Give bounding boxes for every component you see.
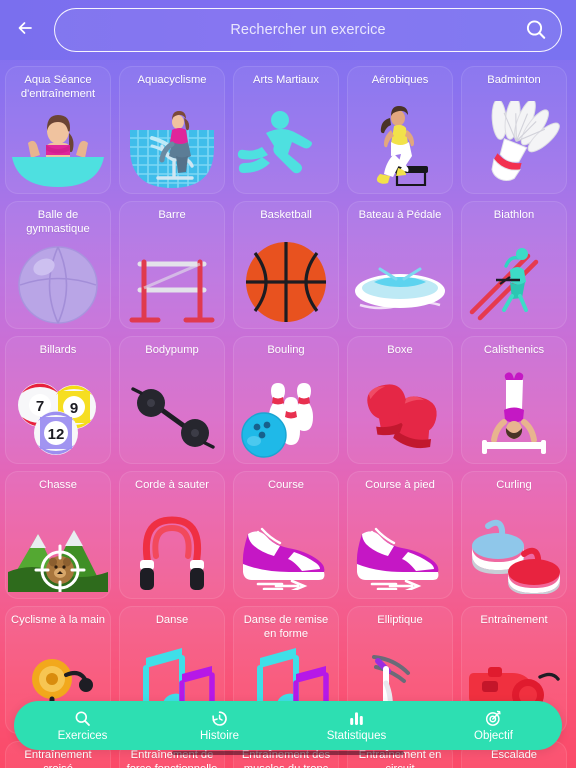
exercise-card[interactable]: Course: [233, 471, 339, 599]
bowling-icon: [234, 371, 338, 463]
running-shoe-icon: [348, 506, 452, 598]
exercise-card-label: Bouling: [267, 344, 305, 356]
exercise-card-label: Aérobiques: [371, 74, 429, 86]
exercise-card-label: Elliptique: [377, 614, 423, 626]
nav-item-label: Objectif: [474, 729, 513, 742]
exercise-card[interactable]: Barre: [119, 201, 225, 329]
exercise-card[interactable]: Basketball: [233, 201, 339, 329]
nav-item-histoire[interactable]: Histoire: [151, 701, 288, 750]
exercise-card[interactable]: Balle de gymnastique: [5, 201, 111, 329]
basketball-icon: [234, 236, 338, 328]
exercise-card-label: Course: [267, 479, 305, 491]
curling-stones-icon: [462, 506, 566, 598]
app-header: Rechercher un exercice: [0, 0, 576, 60]
bar-chart-icon: [348, 710, 365, 727]
back-button[interactable]: [8, 11, 46, 49]
exercise-card-label: Basketball: [260, 209, 312, 221]
target-icon: [485, 710, 502, 727]
exercise-picker-screen: Rechercher un exercice Aqua Séance d'ent…: [0, 0, 576, 768]
exercise-card-label: Aquacyclisme: [137, 74, 207, 86]
martial-arts-icon: [234, 101, 338, 193]
exercise-card[interactable]: Aquacyclisme: [119, 66, 225, 194]
nav-item-label: Statistiques: [326, 729, 387, 742]
exercise-card-label: Bodypump: [145, 344, 199, 356]
aqua-fitness-icon: [6, 101, 110, 193]
exercise-card[interactable]: Aérobiques: [347, 66, 453, 194]
exercise-card-label: Calisthenics: [483, 344, 545, 356]
svg-text:7: 7: [36, 398, 44, 415]
aqua-cycling-icon: [120, 101, 224, 193]
exercise-card[interactable]: Chasse: [5, 471, 111, 599]
exercise-card[interactable]: Bouling: [233, 336, 339, 464]
exercise-card[interactable]: Badminton: [461, 66, 567, 194]
exercise-card[interactable]: Bodypump: [119, 336, 225, 464]
exercise-card-label: Barre: [158, 209, 186, 221]
exercise-card-label: Corde à sauter: [134, 479, 209, 491]
exercise-card-label: Badminton: [487, 74, 541, 86]
barbell-icon: [120, 371, 224, 463]
exercise-card-label: Entraînement croisé: [24, 749, 92, 768]
nav-item-label: Exercices: [57, 729, 108, 742]
search-bar[interactable]: Rechercher un exercice: [54, 8, 562, 52]
exercise-grid: Aqua Séance d'entraînement Aquacyclisme: [0, 60, 576, 768]
jump-rope-icon: [120, 506, 224, 598]
handstand-bar-icon: [462, 371, 566, 463]
exercise-card-label: Boxe: [387, 344, 413, 356]
exercise-card-label: Arts Martiaux: [253, 74, 319, 86]
svg-text:12: 12: [48, 426, 65, 443]
search-icon: [74, 710, 91, 727]
exercise-card[interactable]: Boxe: [347, 336, 453, 464]
exercise-card-label: Danse: [155, 614, 189, 626]
home-indicator: [172, 751, 404, 755]
exercise-card-label: Course à pied: [365, 479, 435, 491]
exercise-card-label: Curling: [496, 479, 532, 491]
exercise-card[interactable]: Billards 7 9 12: [5, 336, 111, 464]
nav-item-statistiques[interactable]: Statistiques: [288, 701, 425, 750]
exercise-card[interactable]: Bateau à Pédale: [347, 201, 453, 329]
nav-item-label: Histoire: [200, 729, 239, 742]
exercise-card-label: Danse de remise en forme: [243, 614, 329, 640]
exercise-card-label: Billards: [39, 344, 77, 356]
running-shoe-icon: [234, 506, 338, 598]
biathlon-icon: [462, 236, 566, 328]
search-input-placeholder: Rechercher un exercice: [230, 22, 386, 38]
exercise-card-label: Balle de gymnastique: [26, 209, 90, 235]
exercise-card-label: Chasse: [39, 479, 77, 491]
exercise-card[interactable]: Calisthenics: [461, 336, 567, 464]
nav-item-objectif[interactable]: Objectif: [425, 701, 562, 750]
exercise-card[interactable]: Biathlon: [461, 201, 567, 329]
exercise-card-label: Biathlon: [493, 209, 535, 221]
svg-text:9: 9: [70, 400, 78, 417]
billiard-balls-icon: 7 9 12: [6, 371, 110, 463]
exercise-card[interactable]: Corde à sauter: [119, 471, 225, 599]
pedal-boat-icon: [348, 236, 452, 328]
exercise-card-label: Entraînement: [480, 614, 548, 626]
exercise-card[interactable]: Aqua Séance d'entraînement: [5, 66, 111, 194]
exercise-card-label: Escalade: [490, 749, 538, 761]
arrow-left-icon: [16, 17, 38, 44]
bottom-navigation-bar: Exercices Histoire Statistiques Objectif: [14, 701, 562, 750]
hunting-scope-icon: [6, 506, 110, 598]
shuttlecock-icon: [462, 101, 566, 193]
exercise-card[interactable]: Course à pied: [347, 471, 453, 599]
exercise-card[interactable]: Curling: [461, 471, 567, 599]
search-icon[interactable]: [524, 18, 548, 42]
nav-item-exercices[interactable]: Exercices: [14, 701, 151, 750]
ballet-barre-icon: [120, 236, 224, 328]
exercise-card-label: Aqua Séance d'entraînement: [20, 74, 96, 100]
exercise-card-label: Cyclisme à la main: [11, 614, 105, 626]
exercise-card[interactable]: Arts Martiaux: [233, 66, 339, 194]
exercise-card-label: Bateau à Pédale: [358, 209, 442, 221]
boxing-gloves-icon: [348, 371, 452, 463]
exercise-ball-icon: [6, 236, 110, 328]
aerobics-icon: [348, 101, 452, 193]
history-clock-icon: [211, 710, 228, 727]
